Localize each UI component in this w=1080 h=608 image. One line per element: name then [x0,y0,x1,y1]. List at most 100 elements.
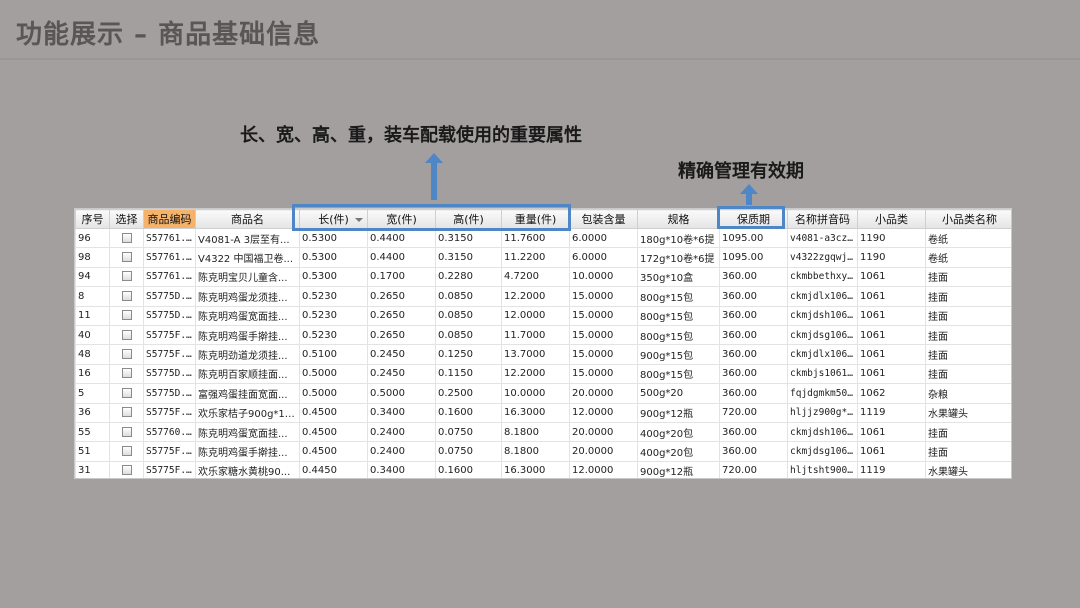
table-cell: S5775D... [143,383,196,404]
row-checkbox[interactable] [121,310,132,321]
table-cell: S57761... [143,266,196,288]
table-row[interactable]: 31 S5775F... 欢乐家糖水黄桃90... 0.4450 0.3400 0.160… [75,460,1011,478]
table-cell: 20.0000 [569,383,638,404]
table-cell: v4322zgqwj... [787,247,858,268]
table-cell: 0.2280 [435,266,502,288]
table-cell: 0.2450 [367,344,436,365]
table-row[interactable]: 5 S5775D... 富强鸡蛋挂面宽面... 0.5000 0.5000 0.2500 1… [75,383,1011,404]
title-divider [0,58,1080,60]
table-cell: 360.00 [719,441,788,462]
table-cell: ckmbbethxy... [787,266,858,288]
column-header[interactable]: 规格 [637,209,720,229]
row-checkbox[interactable] [121,426,132,437]
table-row[interactable]: 55 S57760... 陈克明鸡蛋宽面挂... 0.4500 0.2400 0.0750… [75,421,1011,443]
row-checkbox[interactable] [121,271,132,282]
table-row[interactable]: 48 S5775F... 陈克明劲道龙须挂... 0.5100 0.2450 0.1250… [75,344,1011,365]
table-cell: 12.0000 [569,460,638,478]
table-cell: S57760... [143,421,196,443]
table-row[interactable]: 8 S5775D... 陈克明鸡蛋龙须挂... 0.5230 0.2650 0.0850 1… [75,286,1011,307]
row-checkbox[interactable] [121,349,132,360]
select-cell [109,344,144,365]
table-cell: 水果罐头 [925,460,1011,478]
slide-title: 功能展示 – 商品基础信息 [16,20,321,50]
up-arrow-icon [425,153,443,200]
table-cell: 陈克明鸡蛋宽面挂... [195,421,300,443]
select-cell [109,383,144,404]
table-cell: 400g*20包 [637,421,720,443]
table-cell: 1061 [857,441,926,462]
table-cell: 0.3150 [435,227,502,249]
callout-dimensions: 长、宽、高、重，装车配载使用的重要属性 [240,125,582,146]
table-cell: 陈克明百家顺挂面... [195,363,300,385]
select-cell [109,402,144,423]
table-cell: S57761... [143,227,196,249]
table-cell: 8.1800 [501,421,570,443]
table-cell: 0.1600 [435,460,502,478]
table-cell: 400g*20包 [637,441,720,462]
table-row[interactable]: 11 S5775D... 陈克明鸡蛋宽面挂... 0.5230 0.2650 0.0850… [75,305,1011,326]
row-checkbox[interactable] [121,290,132,301]
table-cell: 卷纸 [925,247,1011,268]
row-checkbox[interactable] [121,368,132,379]
table-row[interactable]: 40 S5775F... 陈克明鸡蛋手擀挂... 0.5230 0.2650 0.0850… [75,324,1011,346]
table-cell: 360.00 [719,383,788,404]
row-checkbox[interactable] [121,407,132,418]
product-table: 序号 选择 商品编码 商品名 长(件) 宽(件) 高(件) 重量(件) 包装含量 规格 保质期 名称拼… [75,209,1011,478]
table-cell: ckmjdsg106... [787,324,858,346]
callout-shelf-life: 精确管理有效期 [678,161,804,182]
table-cell: 900g*12瓶 [637,460,720,478]
table-cell: S5775F... [143,402,196,423]
up-arrow-icon [740,184,758,205]
table-cell: S57761... [143,247,196,268]
table-cell: 1061 [857,344,926,365]
column-header[interactable]: 选择 [109,209,144,229]
table-cell: 0.2650 [367,286,436,307]
shelf-life-highlight-box [717,206,785,229]
table-cell: 1061 [857,305,926,326]
table-cell: 1061 [857,363,926,385]
table-cell: V4322 中国福卫卷... [195,247,300,268]
table-cell: 36 [75,402,110,423]
table-cell: 15.0000 [569,363,638,385]
table-cell: 0.5300 [299,227,368,249]
table-row[interactable]: 16 S5775D... 陈克明百家顺挂面... 0.5000 0.2450 0.1150… [75,363,1011,385]
table-cell: 720.00 [719,460,788,478]
table-row[interactable]: 94 S57761... 陈克明宝贝儿童含... 0.5300 0.1700 0.2280… [75,266,1011,288]
column-header[interactable]: 小品类 [857,209,926,229]
row-checkbox[interactable] [121,465,132,476]
select-cell [109,286,144,307]
table-cell: 0.3150 [435,247,502,268]
column-header[interactable]: 商品编码 [143,209,196,229]
table-cell: 0.2450 [367,363,436,385]
row-checkbox[interactable] [121,252,132,263]
column-header[interactable]: 商品名 [195,209,300,229]
table-cell: 0.5000 [367,383,436,404]
table-cell: 0.5230 [299,286,368,307]
table-cell: 360.00 [719,324,788,346]
select-cell [109,266,144,288]
table-cell: 挂面 [925,324,1011,346]
table-row[interactable]: 51 S5775F... 陈克明鸡蛋手擀挂... 0.4500 0.2400 0.0750… [75,441,1011,462]
column-header[interactable]: 序号 [75,209,110,229]
column-header[interactable]: 小品类名称 [925,209,1011,229]
row-checkbox[interactable] [121,387,132,398]
column-header[interactable]: 名称拼音码 [787,209,858,229]
table-cell: 0.4400 [367,227,436,249]
table-cell: ckmjdsh106... [787,305,858,326]
table-cell: 陈克明鸡蛋手擀挂... [195,324,300,346]
table-cell: ckmjdlx106... [787,286,858,307]
table-row[interactable]: 36 S5775F... 欢乐家桔子900g*12瓶 0.4500 0.3400 0.16… [75,402,1011,423]
table-cell: 360.00 [719,286,788,307]
table-cell: 11.7600 [501,227,570,249]
row-checkbox[interactable] [121,232,132,243]
row-checkbox[interactable] [121,329,132,340]
table-cell: S5775F... [143,344,196,365]
table-row[interactable]: 98 S57761... V4322 中国福卫卷... 0.5300 0.4400 0.3… [75,247,1011,268]
table-cell: hljtsht900... [787,460,858,478]
table-row[interactable]: 96 S57761... V4081-A 3层至有... 0.5300 0.4400 0.… [75,227,1011,249]
row-checkbox[interactable] [121,445,132,456]
table-cell: 1061 [857,421,926,443]
column-header[interactable]: 包装含量 [569,209,638,229]
table-cell: 98 [75,247,110,268]
table-cell: 欢乐家糖水黄桃90... [195,460,300,478]
